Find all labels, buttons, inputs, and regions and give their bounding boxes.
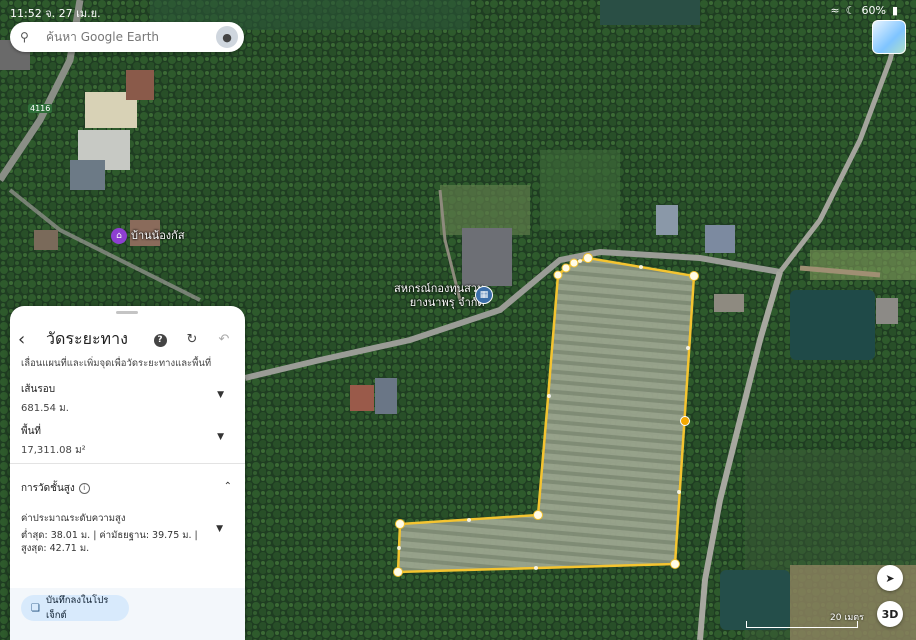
- save-to-project-button[interactable]: ❏ บันทึกลงในโปรเจ็กต์: [21, 595, 129, 621]
- chevron-up-icon[interactable]: ⌃: [224, 481, 232, 492]
- elevation-section-title: การวัดชั้นสูง: [21, 483, 75, 494]
- help-icon[interactable]: ?: [149, 331, 171, 347]
- divider: [10, 463, 245, 464]
- status-time: 11:52 จ. 27 เม.ย.: [10, 7, 101, 20]
- perimeter-value: 681.54 ม.: [21, 403, 69, 414]
- info-icon[interactable]: i: [78, 483, 90, 494]
- refresh-icon[interactable]: ↻: [181, 332, 203, 347]
- save-footer: ❏ บันทึกลงในโปรเจ็กต์: [10, 588, 245, 640]
- location-arrow-icon[interactable]: ➤: [877, 565, 903, 591]
- avatar[interactable]: ●: [216, 26, 238, 48]
- save-button-label: บันทึกลงในโปรเจ็กต์: [45, 595, 109, 621]
- area-row[interactable]: พื้นที่ 17,311.08 ม² ▼: [21, 424, 236, 458]
- place-label-cooperative[interactable]: สหกรณ์กองทุนสวน ยางนาพรุ จำกัด: [394, 282, 485, 310]
- undo-icon[interactable]: ↶: [213, 332, 235, 347]
- panel-title: วัดระยะทาง: [46, 328, 128, 348]
- area-unit-dropdown-icon[interactable]: ▼: [217, 432, 224, 442]
- area-value: 17,311.08 ม²: [21, 445, 86, 456]
- status-icons: ≈ ☾ 60% ▮: [830, 4, 898, 17]
- scale-bar: [746, 621, 858, 628]
- drag-handle[interactable]: [116, 311, 138, 314]
- search-input[interactable]: ค้นหา Google Earth: [46, 28, 216, 47]
- road-number-label: 4116: [28, 104, 53, 113]
- home-icon[interactable]: ⌂: [111, 228, 127, 244]
- battery-icon: ▮: [891, 4, 898, 17]
- wifi-icon: ≈: [830, 4, 840, 17]
- search-bar[interactable]: ⚲ ค้นหา Google Earth ●: [10, 22, 244, 52]
- back-icon[interactable]: ‹: [18, 329, 40, 350]
- measure-panel: ‹ วัดระยะทาง ? ↻ ↶ เลื่อนแผนที่และเพิ่มจ…: [10, 306, 245, 640]
- elevation-value: ต่ำสุด: 38.01 ม. | ค่ามัธยฐาน: 39.75 ม. …: [21, 530, 198, 554]
- elevation-section-header[interactable]: การวัดชั้นสูง i ⌃: [21, 481, 236, 496]
- map-style-button[interactable]: [872, 20, 906, 54]
- moon-icon: ☾: [845, 4, 856, 17]
- elevation-dropdown-icon[interactable]: ▼: [216, 524, 223, 534]
- elevation-label: ค่าประมาณระดับความสูง: [21, 513, 126, 524]
- elevation-row[interactable]: ค่าประมาณระดับความสูง ต่ำสุด: 38.01 ม. |…: [21, 511, 211, 555]
- unit-dropdown-icon[interactable]: ▼: [217, 390, 224, 400]
- perimeter-row[interactable]: เส้นรอบ 681.54 ม. ▼: [21, 382, 236, 416]
- area-label: พื้นที่: [21, 426, 42, 437]
- panel-header: ‹ วัดระยะทาง ? ↻ ↶: [10, 324, 245, 354]
- building-icon[interactable]: ▦: [475, 286, 493, 304]
- battery-percent: 60%: [861, 4, 886, 17]
- bookmark-icon: ❏: [31, 602, 40, 614]
- search-icon: ⚲: [20, 30, 29, 44]
- 3d-toggle-button[interactable]: 3D: [877, 601, 903, 627]
- place-label-home[interactable]: บ้านน้องกัส: [131, 229, 185, 243]
- instruction-text: เลื่อนแผนที่และเพิ่มจุดเพื่อวัดระยะทางแล…: [21, 358, 212, 369]
- perimeter-label: เส้นรอบ: [21, 384, 56, 395]
